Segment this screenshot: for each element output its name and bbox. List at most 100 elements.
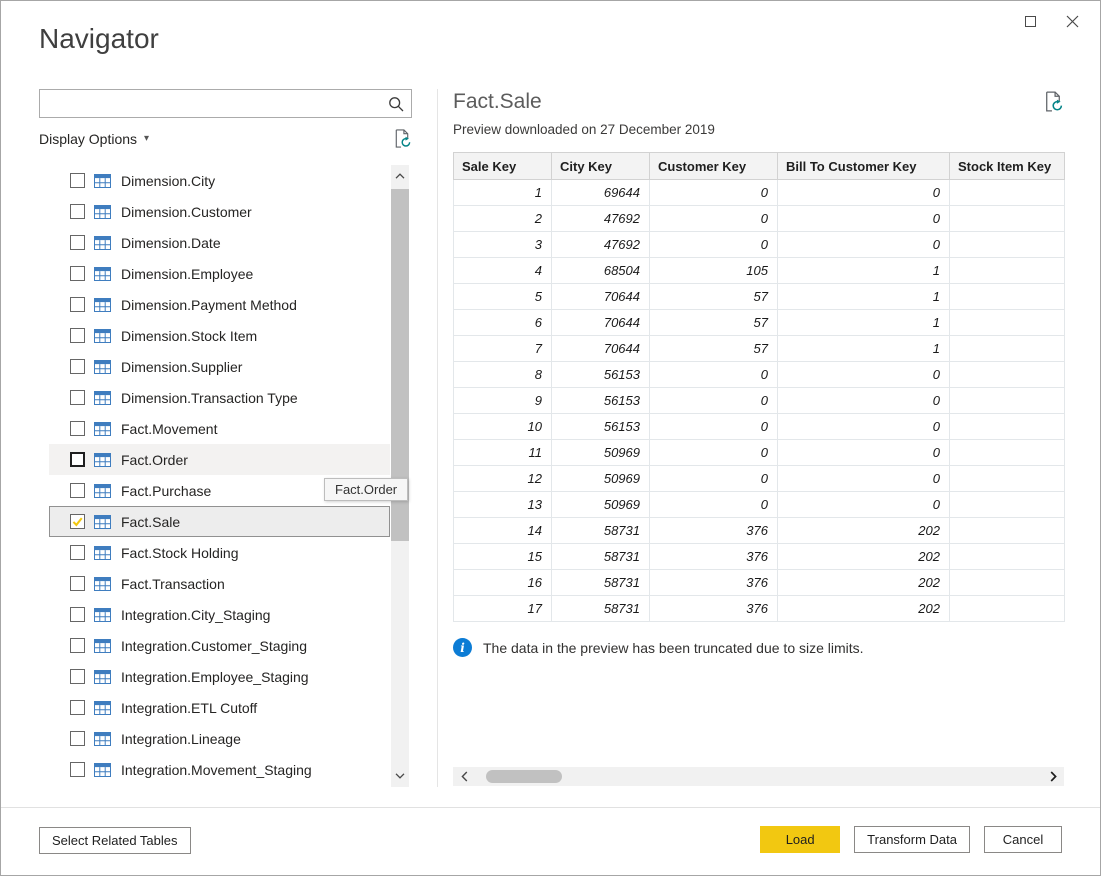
table-checkbox[interactable]: [70, 731, 85, 746]
table-icon: [94, 421, 111, 437]
table-list-item[interactable]: Integration.Customer_Staging: [49, 630, 390, 661]
table-cell: 0: [778, 466, 950, 492]
table-row: 135096900: [454, 492, 1065, 518]
table-list-item[interactable]: Dimension.City: [49, 165, 390, 196]
horizontal-scrollbar-thumb[interactable]: [486, 770, 562, 783]
table-cell: 70644: [552, 336, 650, 362]
table-cell: 17: [454, 596, 552, 622]
preview-subtitle: Preview downloaded on 27 December 2019: [453, 122, 1064, 137]
table-label: Fact.Stock Holding: [121, 545, 239, 561]
preview-header: Fact.Sale: [453, 90, 1064, 114]
horizontal-scrollbar[interactable]: [453, 767, 1064, 786]
page-title: Navigator: [39, 23, 159, 55]
load-button[interactable]: Load: [760, 826, 840, 853]
table-list-item[interactable]: Fact.Stock Holding: [49, 537, 390, 568]
transform-data-button[interactable]: Transform Data: [854, 826, 970, 853]
table-list-item[interactable]: Integration.Lineage: [49, 723, 390, 754]
table-checkbox[interactable]: [70, 390, 85, 405]
table-checkbox[interactable]: [70, 483, 85, 498]
vertical-scrollbar[interactable]: [391, 165, 409, 787]
column-header: Bill To Customer Key: [778, 153, 950, 180]
table-label: Integration.Movement_Staging: [121, 762, 312, 778]
table-checkbox[interactable]: [70, 669, 85, 684]
table-label: Integration.City_Staging: [121, 607, 270, 623]
search-box: [39, 89, 412, 118]
table-list-item[interactable]: Dimension.Stock Item: [49, 320, 390, 351]
table-checkbox[interactable]: [70, 576, 85, 591]
table-icon: [94, 390, 111, 406]
cancel-button[interactable]: Cancel: [984, 826, 1062, 853]
table-list-item[interactable]: Dimension.Payment Method: [49, 289, 390, 320]
scroll-up-icon[interactable]: [391, 167, 409, 185]
table-cell: 0: [778, 180, 950, 206]
table-cell: 47692: [552, 232, 650, 258]
table-checkbox[interactable]: [70, 328, 85, 343]
table-cell: 1: [454, 180, 552, 206]
table-checkbox[interactable]: [70, 545, 85, 560]
table-cell: 68504: [552, 258, 650, 284]
column-header: Customer Key: [650, 153, 778, 180]
table-cell: 2: [454, 206, 552, 232]
table-list-item[interactable]: Dimension.Employee: [49, 258, 390, 289]
table-checkbox[interactable]: [70, 297, 85, 312]
scroll-left-icon[interactable]: [457, 767, 471, 786]
table-cell: 9: [454, 388, 552, 414]
table-list-item[interactable]: Fact.Movement: [49, 413, 390, 444]
maximize-button[interactable]: [1014, 7, 1046, 35]
table-row: 1758731376202: [454, 596, 1065, 622]
table-cell: 0: [650, 206, 778, 232]
table-cell: [950, 232, 1065, 258]
table-checkbox[interactable]: [70, 235, 85, 250]
table-list-item[interactable]: Integration.Movement_Staging: [49, 754, 390, 785]
table-cell: 70644: [552, 284, 650, 310]
table-label: Dimension.Date: [121, 235, 221, 251]
table-cell: 0: [778, 492, 950, 518]
table-checkbox[interactable]: [70, 607, 85, 622]
table-checkbox[interactable]: [70, 762, 85, 777]
table-row: 24769200: [454, 206, 1065, 232]
table-cell: 0: [778, 232, 950, 258]
table-list-item[interactable]: Dimension.Date: [49, 227, 390, 258]
table-list-item[interactable]: Integration.ETL Cutoff: [49, 692, 390, 723]
table-list-item[interactable]: Integration.Employee_Staging: [49, 661, 390, 692]
table-cell: 70644: [552, 310, 650, 336]
table-row: 16964400: [454, 180, 1065, 206]
table-checkbox[interactable]: [70, 421, 85, 436]
table-cell: 0: [778, 414, 950, 440]
close-button[interactable]: [1056, 7, 1088, 35]
scroll-right-icon[interactable]: [1046, 767, 1060, 786]
table-list-item[interactable]: Integration.City_Staging: [49, 599, 390, 630]
table-cell: 57: [650, 310, 778, 336]
table-list-item[interactable]: Fact.Transaction: [49, 568, 390, 599]
table-icon: [94, 173, 111, 189]
table-cell: [950, 518, 1065, 544]
table-list-item[interactable]: Fact.Sale: [49, 506, 390, 537]
table-checkbox[interactable]: [70, 173, 85, 188]
table-checkbox[interactable]: [70, 359, 85, 374]
table-cell: 0: [650, 492, 778, 518]
navigator-dialog: Navigator Display Options ▾ Dimension.Ci…: [0, 0, 1101, 876]
table-row: 1658731376202: [454, 570, 1065, 596]
table-checkbox[interactable]: [70, 204, 85, 219]
table-icon: [94, 700, 111, 716]
table-list-item[interactable]: Dimension.Transaction Type: [49, 382, 390, 413]
scroll-down-icon[interactable]: [391, 767, 409, 785]
table-checkbox[interactable]: [70, 700, 85, 715]
table-checkbox[interactable]: [70, 266, 85, 281]
search-input[interactable]: [40, 90, 381, 117]
table-list-item[interactable]: Fact.Order: [49, 444, 390, 475]
table-cell: 12: [454, 466, 552, 492]
search-icon[interactable]: [381, 96, 411, 112]
table-checkbox[interactable]: [70, 514, 85, 529]
table-list-item[interactable]: Dimension.Supplier: [49, 351, 390, 382]
refresh-list-button[interactable]: [392, 128, 412, 149]
select-related-tables-button[interactable]: Select Related Tables: [39, 827, 191, 854]
table-cell: [950, 310, 1065, 336]
table-cell: 56153: [552, 362, 650, 388]
table-checkbox[interactable]: [70, 638, 85, 653]
refresh-preview-button[interactable]: [1042, 90, 1064, 113]
display-options-dropdown[interactable]: Display Options ▾: [39, 131, 149, 147]
table-list-item[interactable]: Dimension.Customer: [49, 196, 390, 227]
table-row: 105615300: [454, 414, 1065, 440]
table-checkbox[interactable]: [70, 452, 85, 467]
